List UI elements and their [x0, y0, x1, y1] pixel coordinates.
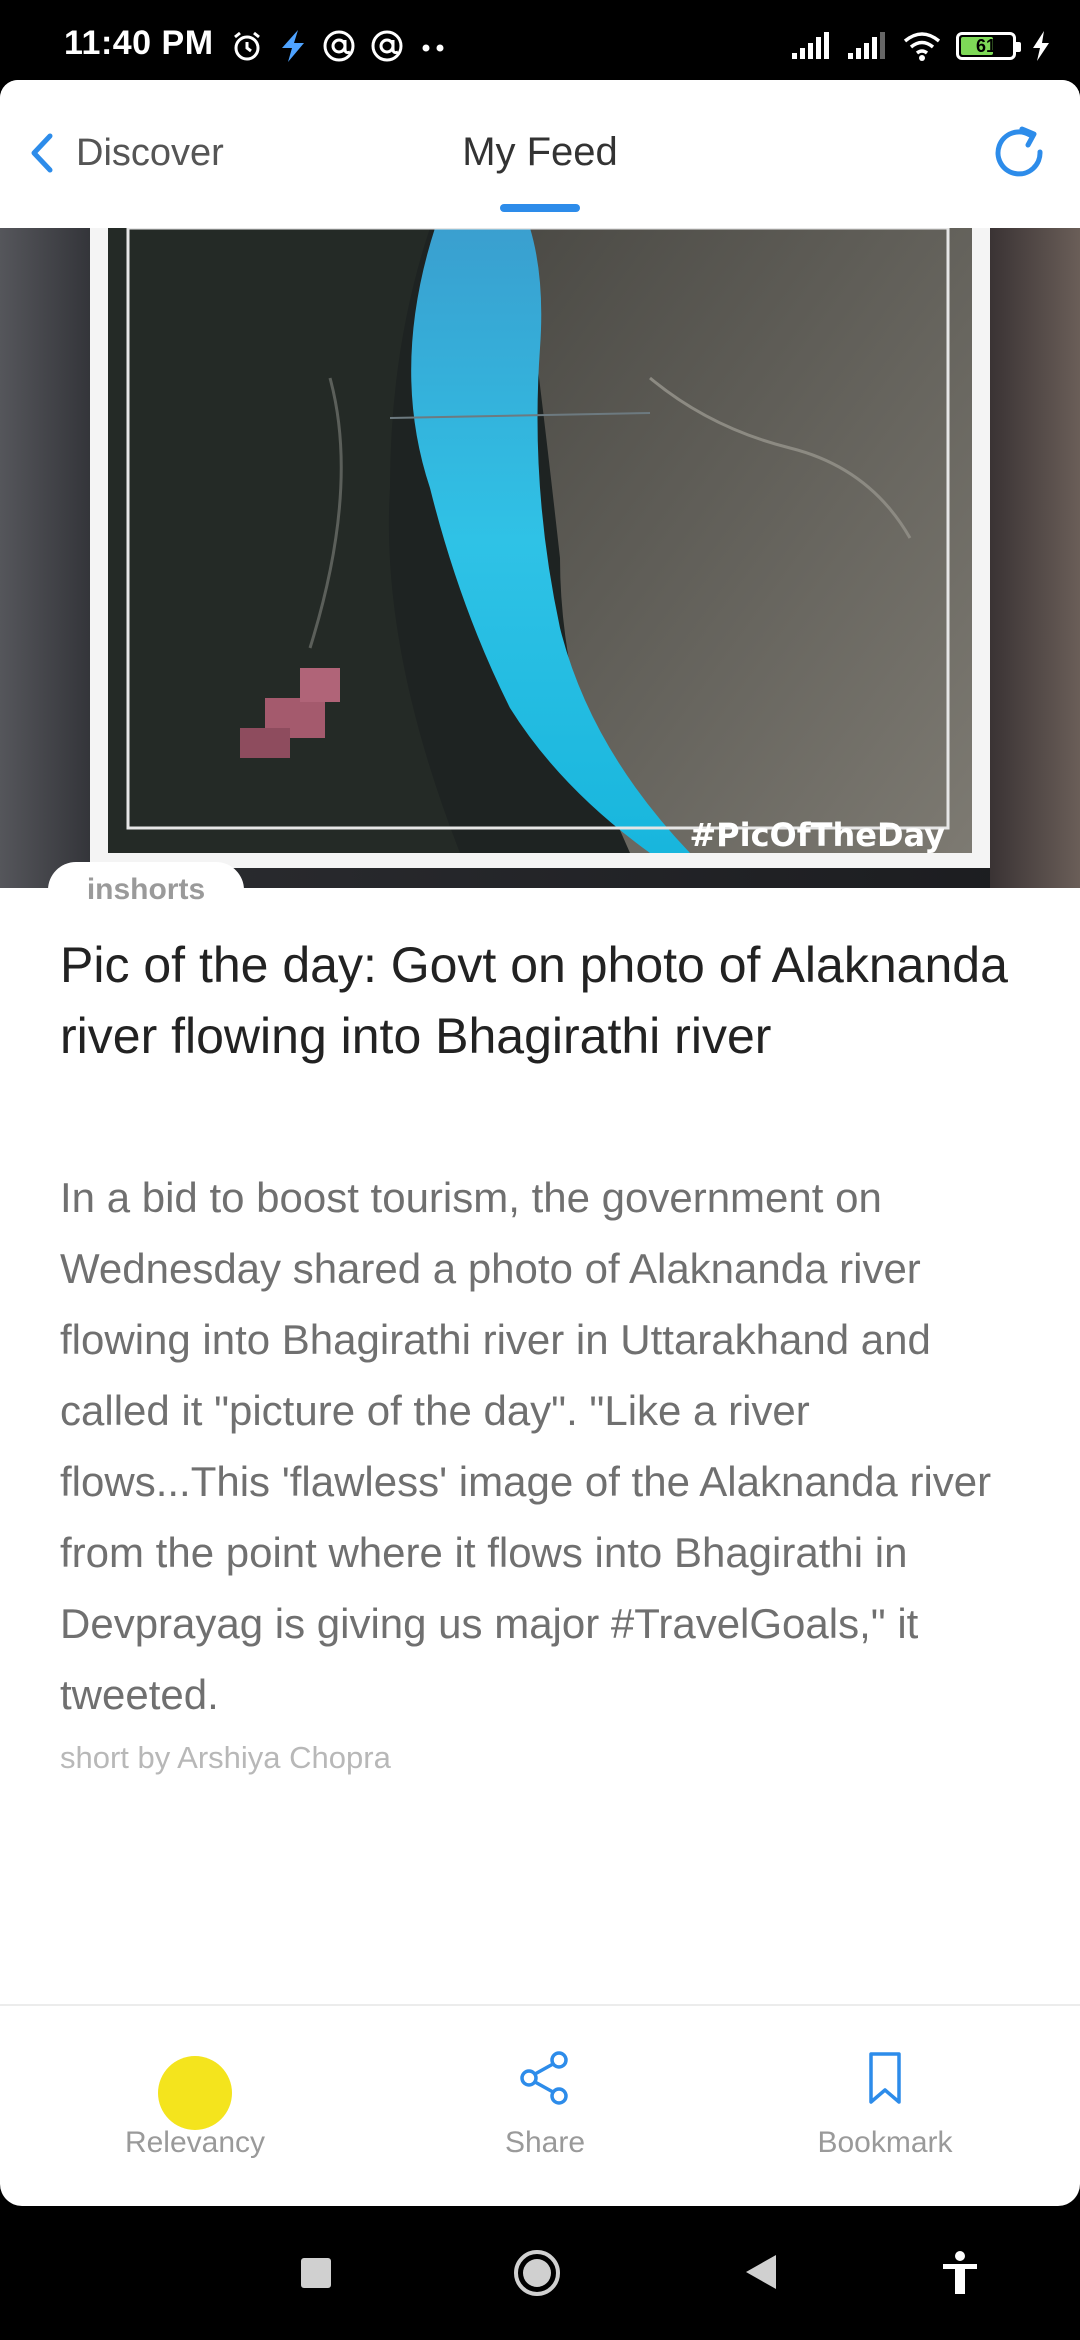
bookmark-label: Bookmark: [817, 2126, 953, 2159]
bookmark-button[interactable]: Bookmark: [735, 2006, 1035, 2206]
share-button[interactable]: Share: [395, 2006, 695, 2206]
charging-icon: [1033, 31, 1049, 61]
status-icons-left: [230, 28, 448, 64]
article-image[interactable]: #PicOfTheDay: [0, 228, 1080, 888]
share-icon: [520, 2051, 568, 2105]
wifi-icon: [903, 32, 941, 61]
recents-button[interactable]: [301, 2258, 331, 2288]
image-caption: #PicOfTheDay: [689, 816, 945, 854]
accessibility-icon[interactable]: [940, 2250, 980, 2296]
source-tab[interactable]: inshorts: [48, 862, 244, 918]
relevancy-label: Relevancy: [124, 2126, 266, 2159]
status-icons-right: 61: [790, 28, 1052, 64]
bottom-action-bar: Relevancy Share Bookmark: [0, 2006, 1080, 2206]
more-dots-icon: [422, 44, 444, 52]
article-headline: Pic of the day: Govt on photo of Alaknan…: [60, 937, 1008, 1064]
page-title[interactable]: My Feed: [0, 130, 1080, 175]
article-body: In a bid to boost tourism, the governmen…: [60, 1174, 992, 1718]
battery-icon: 61: [956, 32, 1021, 60]
relevancy-dot-icon: [158, 2056, 232, 2130]
river-photo: [90, 228, 990, 868]
at-sign-icon: [371, 30, 403, 62]
relevancy-button[interactable]: Relevancy: [45, 2006, 345, 2206]
share-label: Share: [504, 2126, 586, 2159]
status-bar: 11:40 PM 61: [0, 0, 1080, 80]
refresh-icon[interactable]: [988, 122, 1052, 186]
bookmark-icon: [869, 2052, 901, 2104]
home-button[interactable]: [512, 2248, 562, 2298]
bolt-icon: [282, 30, 304, 62]
top-bar: Discover My Feed: [0, 80, 1080, 228]
back-triangle-button[interactable]: [742, 2252, 780, 2292]
source-label: inshorts: [86, 873, 206, 906]
at-sign-icon: [323, 30, 355, 62]
system-nav-bar: [0, 2206, 1080, 2340]
active-tab-indicator: [500, 204, 580, 212]
alarm-icon: [234, 31, 260, 61]
signal-icon: [792, 32, 829, 59]
app-screen: Discover My Feed #PicOfTheDay inshorts P…: [0, 80, 1080, 2206]
status-time: 11:40 PM: [64, 24, 214, 62]
signal-icon: [848, 32, 885, 59]
article-byline: short by Arshiya Chopra: [60, 1740, 391, 1775]
battery-level: 61: [975, 36, 997, 56]
